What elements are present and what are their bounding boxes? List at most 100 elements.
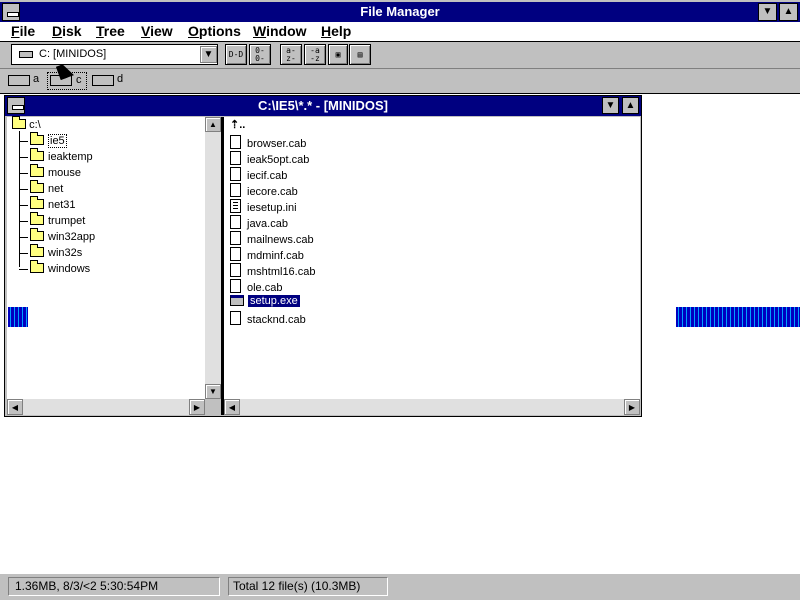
tree-item-trumpet[interactable]: trumpet [19,212,86,229]
tree-root-label: c:\ [29,119,41,131]
folder-icon [30,148,44,161]
tree-item-label: ie5 [48,134,67,148]
tree-item-ie5[interactable]: ie5 [19,132,67,149]
tree-pane: c:\ ie5 ieaktemp mouse net net31 trumpet win32… [7,116,205,399]
main-title-bar: File Manager ▼ ▲ [0,2,800,23]
parent-directory-item[interactable]: ⇡.. [230,117,245,133]
cdrom-drive-icon [92,75,114,86]
file-item[interactable]: browser.cab [230,133,308,150]
menu-window[interactable]: Window [253,22,307,40]
tree-item-net[interactable]: net [19,180,63,197]
window-maximize-button[interactable]: ▲ [622,97,639,114]
folder-open-icon [30,132,44,145]
file-name: setup.exe [248,295,300,307]
maximize-button[interactable]: ▲ [779,3,798,21]
tree-branch-line [19,172,28,174]
tree-item-net31[interactable]: net31 [19,196,76,213]
document-icon [230,279,241,293]
tree-item-label: win32app [48,231,96,243]
status-total-info: Total 12 file(s) (10.3MB) [228,577,388,596]
file-item[interactable]: ole.cab [230,277,284,294]
scroll-left-arrow-icon[interactable]: ◀ [224,399,240,415]
folder-icon [30,228,44,241]
window-minimize-button[interactable]: ▼ [602,97,619,114]
menu-bar: File Disk Tree View Options Window Help [0,22,800,42]
sort-by-type-button[interactable]: -a -z [304,44,326,65]
disconnect-network-button[interactable]: 0- 0- [249,44,271,65]
display-artifact-right [676,307,800,327]
folder-icon [30,244,44,257]
menu-disk[interactable]: Disk [52,22,82,40]
file-item[interactable]: java.cab [230,213,290,230]
tree-item-windows[interactable]: windows [19,260,90,277]
properties-button[interactable]: ▤ [349,44,371,65]
tree-branch-line [19,236,28,238]
floppy-drive-icon [8,75,30,86]
tree-item-ieaktemp[interactable]: ieaktemp [19,148,93,165]
window-system-menu-icon[interactable] [7,97,25,114]
file-list-horizontal-scrollbar[interactable]: ◀ ▶ [224,399,640,415]
scroll-down-arrow-icon[interactable]: ▼ [205,384,221,399]
tree-item-label: net31 [48,199,76,211]
document-icon [230,231,241,245]
tree-item-label: trumpet [48,215,86,227]
folder-open-icon [12,116,26,129]
tree-branch-line [19,188,28,190]
scroll-up-arrow-icon[interactable]: ▲ [205,117,221,132]
scroll-right-arrow-icon[interactable]: ▶ [624,399,640,415]
tree-branch-line [19,204,28,206]
text-document-icon [230,199,241,213]
drive-bar: a c d [0,70,800,92]
document-icon [230,247,241,261]
menu-view[interactable]: View [141,22,173,40]
tree-item-mouse[interactable]: mouse [19,164,81,181]
tree-vertical-scrollbar[interactable]: ▲ ▼ [205,117,221,399]
drive-d-label: d [117,73,124,85]
file-item[interactable]: setup.exe [230,293,300,309]
minimize-button[interactable]: ▼ [758,3,777,21]
copy-button[interactable]: ▣ [328,44,348,65]
document-icon [230,135,241,149]
file-item[interactable]: iesetup.ini [230,197,299,214]
file-item[interactable]: iecore.cab [230,181,300,198]
tree-item-win32app[interactable]: win32app [19,228,96,245]
menu-file[interactable]: File [11,22,35,40]
dropdown-arrow-icon[interactable]: ▼ [200,46,217,63]
file-item[interactable]: iecif.cab [230,165,289,182]
connect-network-button[interactable]: D-D [225,44,247,65]
drive-d[interactable]: d [91,73,127,89]
document-icon [230,215,241,229]
folder-icon [30,164,44,177]
tree-item-label: win32s [48,247,83,259]
scroll-left-arrow-icon[interactable]: ◀ [7,399,23,415]
tree-horizontal-scrollbar[interactable]: ◀ ▶ [7,399,205,415]
file-item[interactable]: mailnews.cab [230,229,316,246]
toolbar: C: [MINIDOS] ▼ D-D 0- 0- a-z- -a -z ▣ ▤ [0,42,800,69]
display-artifact-left [8,307,28,327]
file-item[interactable]: stacknd.cab [230,309,308,326]
status-selection-info: 1.36MB, 8/3/<2 5:30:54PM [8,577,220,596]
directory-window: C:\IE5\*.* - [MINIDOS] ▼ ▲ c:\ ie5 ieakte… [4,95,642,417]
file-item[interactable]: mdminf.cab [230,245,306,262]
drive-icon [19,51,33,58]
drive-select[interactable]: C: [MINIDOS] ▼ [11,44,218,65]
menu-tree[interactable]: Tree [96,22,125,40]
menu-options[interactable]: Options [188,22,241,40]
drive-a[interactable]: a [7,73,43,89]
tree-branch-line [19,220,28,222]
sort-by-name-button[interactable]: a-z- [280,44,302,65]
tree-branch-line [19,252,28,254]
folder-icon [30,180,44,193]
system-menu-icon[interactable] [2,3,20,21]
folder-icon [30,212,44,225]
tree-item-win32s[interactable]: win32s [19,244,83,261]
tree-root[interactable]: c:\ [12,116,41,133]
tree-branch-line [19,156,28,158]
scroll-right-arrow-icon[interactable]: ▶ [189,399,205,415]
document-icon [230,311,241,325]
file-item[interactable]: ieak5opt.cab [230,149,311,166]
status-bar: 1.36MB, 8/3/<2 5:30:54PM Total 12 file(s… [0,573,800,600]
menu-help[interactable]: Help [321,22,351,40]
file-item[interactable]: mshtml16.cab [230,261,317,278]
status-left-text: 1.36MB, 8/3/<2 5:30:54PM [15,579,159,593]
